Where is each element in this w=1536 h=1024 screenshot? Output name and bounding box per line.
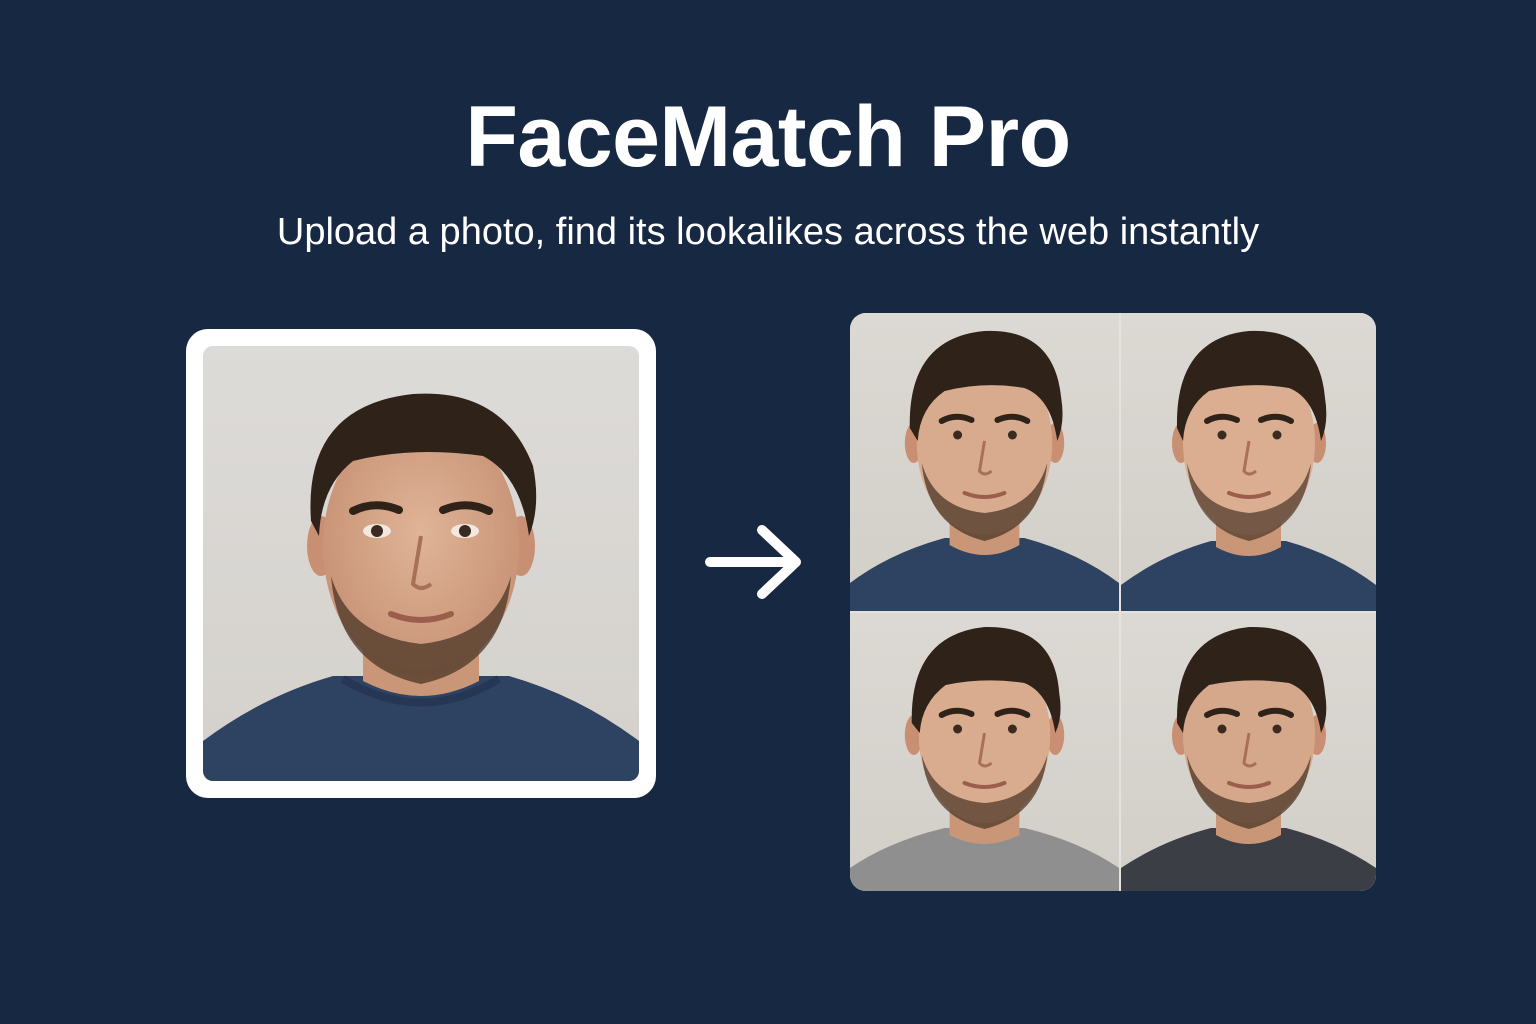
uploaded-photo <box>203 346 639 781</box>
page: FaceMatch Pro Upload a photo, find its l… <box>0 0 1536 1024</box>
portrait-image <box>203 393 639 781</box>
upload-photo-card[interactable] <box>186 329 656 798</box>
result-tile-3[interactable] <box>850 613 1119 891</box>
app-subtitle: Upload a photo, find its lookalikes acro… <box>276 211 1260 253</box>
result-portrait-3 <box>850 626 1119 891</box>
result-portrait-1 <box>850 330 1119 611</box>
result-portrait-4 <box>1121 626 1376 891</box>
result-tile-2[interactable] <box>1121 313 1376 611</box>
result-tile-1[interactable] <box>850 313 1119 611</box>
arrow-right-icon <box>705 525 801 599</box>
result-portrait-2 <box>1121 330 1376 611</box>
result-tile-4[interactable] <box>1121 613 1376 891</box>
lookalike-results-grid <box>850 313 1376 891</box>
app-title: FaceMatch Pro <box>465 89 1071 185</box>
